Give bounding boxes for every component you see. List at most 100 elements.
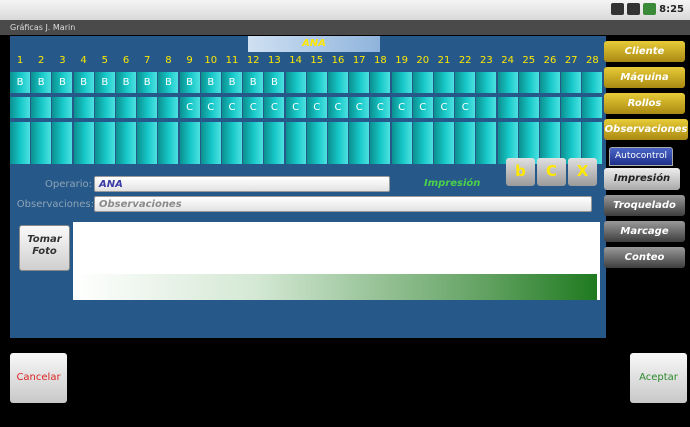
grid-cell[interactable] xyxy=(285,72,306,93)
grid-cell[interactable] xyxy=(582,122,603,143)
grid-cell[interactable] xyxy=(158,143,179,164)
grid-cell[interactable] xyxy=(561,72,582,93)
grid-cell[interactable] xyxy=(10,143,30,164)
grid-cell[interactable] xyxy=(412,143,433,164)
grid-cell[interactable] xyxy=(391,122,412,143)
grid-cell[interactable] xyxy=(497,72,518,93)
grid-cell[interactable] xyxy=(73,97,94,118)
grid-cell[interactable]: B xyxy=(158,72,179,93)
grid-cell[interactable]: B xyxy=(200,72,221,93)
grid-cell[interactable] xyxy=(518,72,539,93)
observaciones-input[interactable]: Observaciones xyxy=(94,196,592,212)
grid-cell[interactable] xyxy=(476,143,497,164)
grid-cell[interactable] xyxy=(391,143,412,164)
operario-field[interactable]: ANA xyxy=(94,176,390,192)
grid-cell[interactable] xyxy=(455,72,476,93)
grid-cell[interactable] xyxy=(264,122,285,143)
grid-cell[interactable] xyxy=(116,143,136,164)
grid-cell[interactable] xyxy=(306,122,327,143)
grid-cell[interactable]: B xyxy=(10,72,30,93)
grid-cell[interactable] xyxy=(116,97,136,118)
grid-cell[interactable] xyxy=(349,72,370,93)
bold-button[interactable]: b xyxy=(506,158,535,186)
grid-cell[interactable] xyxy=(10,122,30,143)
clear-button[interactable]: X xyxy=(568,158,597,186)
grid-cell[interactable] xyxy=(222,122,242,143)
grid-cell[interactable] xyxy=(476,72,497,93)
grid-cell[interactable] xyxy=(412,72,433,93)
grid-cell[interactable]: C xyxy=(455,97,476,118)
maquina-button[interactable]: Máquina xyxy=(604,67,685,88)
grid-cell[interactable] xyxy=(179,122,200,143)
grid-cell[interactable]: B xyxy=(179,72,200,93)
grid-cell[interactable] xyxy=(73,143,94,164)
grid-cell[interactable] xyxy=(179,143,200,164)
grid-cell[interactable]: C xyxy=(434,97,454,118)
grid-cell[interactable] xyxy=(306,72,327,93)
grid-cell[interactable] xyxy=(243,122,264,143)
grid-cell[interactable] xyxy=(434,122,454,143)
grid-cell[interactable] xyxy=(561,97,582,118)
grid-cell[interactable]: C xyxy=(264,97,285,118)
grid-cell[interactable] xyxy=(561,122,582,143)
cliente-button[interactable]: Cliente xyxy=(604,41,685,62)
grid-cell[interactable] xyxy=(518,122,539,143)
grid-cell[interactable] xyxy=(370,122,391,143)
grid-cell[interactable] xyxy=(582,72,603,93)
grid-cell[interactable] xyxy=(306,143,327,164)
grid-cell[interactable] xyxy=(370,143,391,164)
observaciones-button[interactable]: Observaciones xyxy=(604,119,688,140)
grid-cell[interactable]: C xyxy=(328,97,348,118)
grid-cell[interactable]: B xyxy=(243,72,264,93)
grid-cell[interactable] xyxy=(476,122,497,143)
grid-cell[interactable]: C xyxy=(370,97,391,118)
grid-cell[interactable]: B xyxy=(137,72,158,93)
grid-cell[interactable] xyxy=(31,122,52,143)
grid-cell[interactable]: B xyxy=(94,72,115,93)
grid-cell[interactable]: C xyxy=(200,97,221,118)
grid-cell[interactable] xyxy=(73,122,94,143)
grid-cell[interactable] xyxy=(31,143,52,164)
grid-cell[interactable] xyxy=(349,122,370,143)
grid-cell[interactable] xyxy=(391,72,412,93)
grid-cell[interactable] xyxy=(540,97,560,118)
cancel-button[interactable]: Cancelar xyxy=(10,353,67,403)
grid-cell[interactable] xyxy=(52,143,73,164)
grid-cell[interactable] xyxy=(222,143,242,164)
grid-cell[interactable] xyxy=(328,72,348,93)
grid-cell[interactable] xyxy=(94,97,115,118)
troquelado-button[interactable]: Troquelado xyxy=(604,195,685,216)
grid-cell[interactable] xyxy=(137,143,158,164)
grid-cell[interactable]: C xyxy=(222,97,242,118)
grid-cell[interactable] xyxy=(434,143,454,164)
grid-cell[interactable]: C xyxy=(179,97,200,118)
grid-cell[interactable] xyxy=(476,97,497,118)
grid-cell[interactable]: C xyxy=(285,97,306,118)
grid-cell[interactable] xyxy=(285,143,306,164)
accept-button[interactable]: Aceptar xyxy=(630,353,687,403)
grid-cell[interactable]: B xyxy=(264,72,285,93)
grid-cell[interactable] xyxy=(518,97,539,118)
grid-cell[interactable]: C xyxy=(349,97,370,118)
grid-cell[interactable] xyxy=(349,143,370,164)
tab-autocontrol[interactable]: Autocontrol xyxy=(609,147,673,166)
grid-cell[interactable] xyxy=(52,122,73,143)
grid-cell[interactable] xyxy=(137,122,158,143)
grid-cell[interactable] xyxy=(264,143,285,164)
grid-cell[interactable] xyxy=(158,122,179,143)
grid-cell[interactable]: B xyxy=(73,72,94,93)
grid-cell[interactable]: B xyxy=(222,72,242,93)
grid-cell[interactable] xyxy=(434,72,454,93)
rollos-button[interactable]: Rollos xyxy=(604,93,685,114)
grid-cell[interactable]: C xyxy=(243,97,264,118)
grid-cell[interactable] xyxy=(455,143,476,164)
grid-cell[interactable]: B xyxy=(116,72,136,93)
grid-cell[interactable] xyxy=(243,143,264,164)
color-button[interactable]: C xyxy=(537,158,566,186)
conteo-button[interactable]: Conteo xyxy=(604,247,685,268)
grid-cell[interactable] xyxy=(582,97,603,118)
grid-cell[interactable]: C xyxy=(412,97,433,118)
grid-cell[interactable] xyxy=(540,72,560,93)
tomar-foto-button[interactable]: Tomar Foto xyxy=(19,225,70,271)
grid-cell[interactable] xyxy=(10,97,30,118)
